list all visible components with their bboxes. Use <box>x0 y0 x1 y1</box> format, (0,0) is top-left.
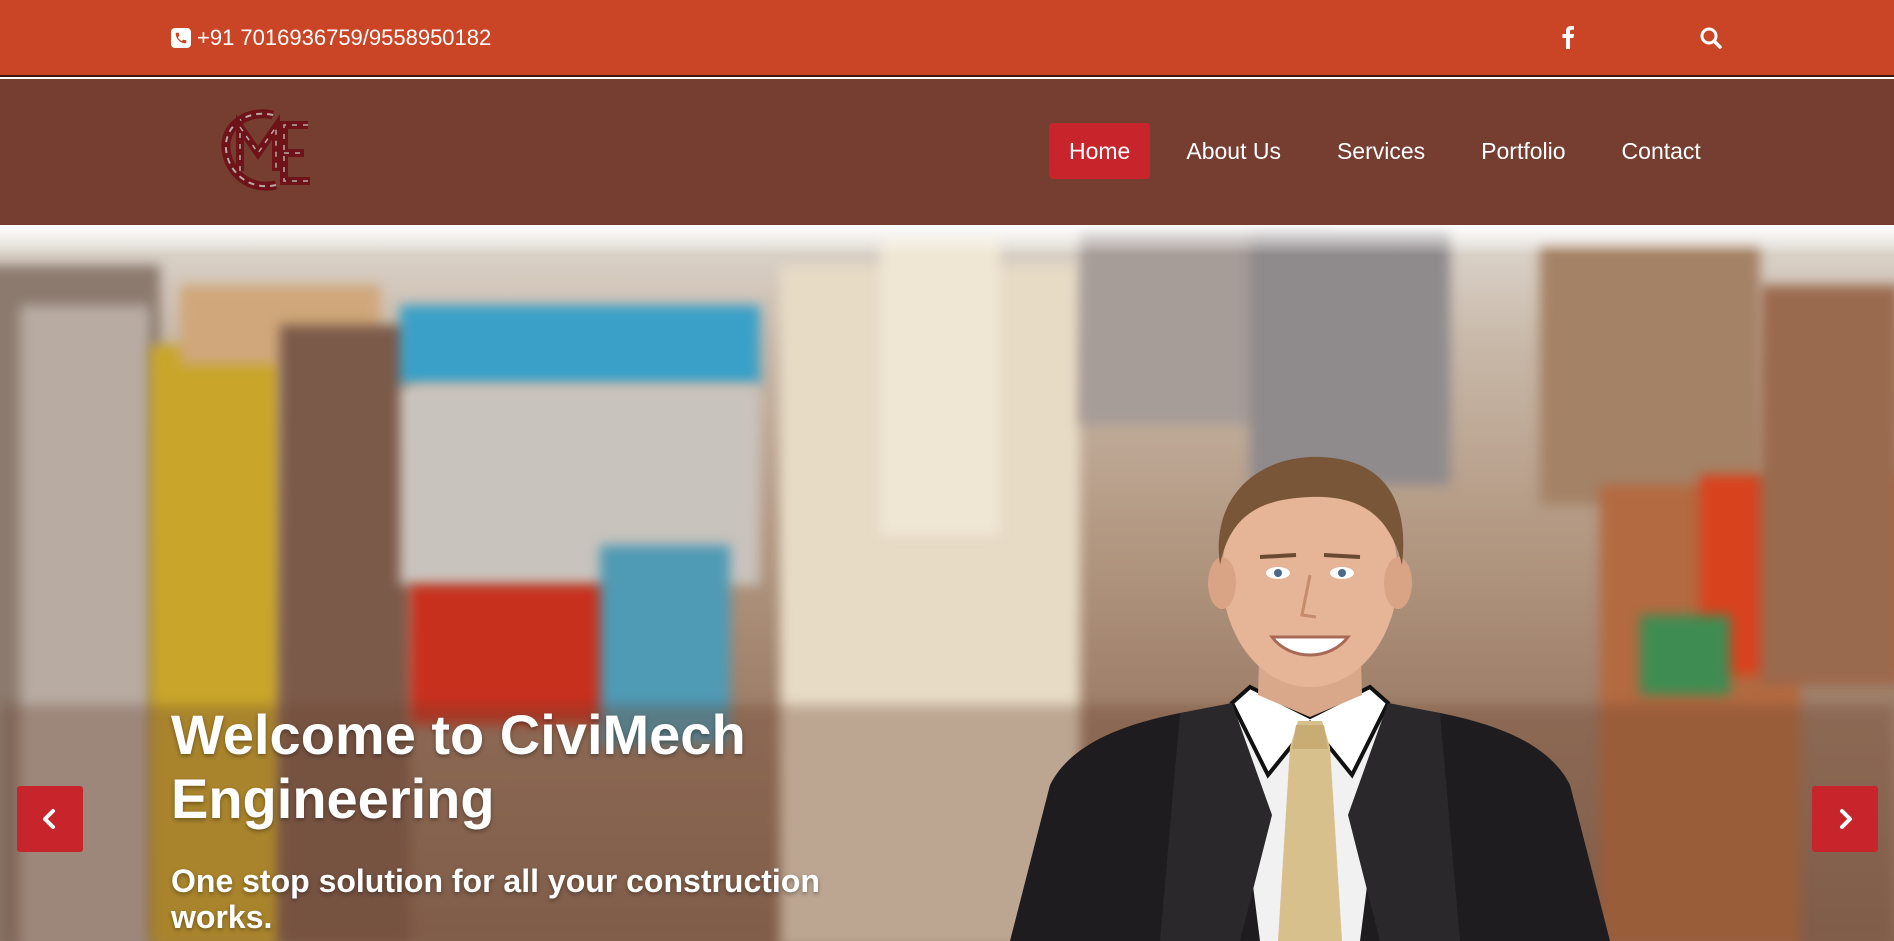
company-logo[interactable] <box>218 105 318 195</box>
businessman-image <box>1010 455 1610 941</box>
phone-number: +91 7016936759/9558950182 <box>197 25 492 50</box>
hero-subtitle: One stop solution for all your construct… <box>171 863 820 935</box>
nav-item-services[interactable]: Services <box>1317 123 1445 179</box>
nav-item-portfolio[interactable]: Portfolio <box>1461 123 1585 179</box>
main-navbar: Home About Us Services Portfolio Contact <box>0 79 1894 225</box>
nav-menu: Home About Us Services Portfolio Contact <box>1049 123 1721 179</box>
hero-slider: Welcome to CiviMech Engineering One stop… <box>0 225 1894 941</box>
slider-next-button[interactable] <box>1812 786 1878 852</box>
nav-item-contact[interactable]: Contact <box>1602 123 1721 179</box>
chevron-left-icon <box>43 809 55 829</box>
search-icon[interactable] <box>1699 26 1723 50</box>
hero-title: Welcome to CiviMech Engineering <box>171 703 746 830</box>
phone-icon <box>171 28 191 48</box>
slider-prev-button[interactable] <box>17 786 83 852</box>
phone-contact[interactable]: +91 7016936759/9558950182 <box>171 25 491 51</box>
hero-top-fade <box>0 225 1894 255</box>
chevron-right-icon <box>1840 809 1852 829</box>
nav-item-home[interactable]: Home <box>1049 123 1151 179</box>
nav-item-about-us[interactable]: About Us <box>1166 123 1301 179</box>
top-contact-bar: +91 7016936759/9558950182 <box>0 0 1894 77</box>
facebook-icon[interactable] <box>1558 22 1578 52</box>
